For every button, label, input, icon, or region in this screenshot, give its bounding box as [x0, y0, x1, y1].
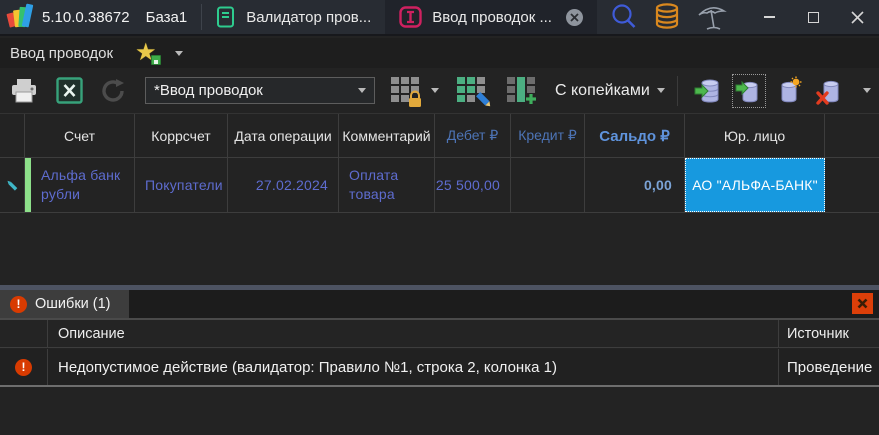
book-icon [217, 6, 235, 28]
tab-vvod-provodok-label: Ввод проводок ... [432, 8, 552, 26]
tab-vvod-provodok[interactable]: Ввод проводок ... [385, 0, 597, 34]
column-header-empty [825, 114, 879, 157]
errors-column-icon [0, 320, 48, 347]
db-load-button[interactable] [731, 73, 766, 108]
save-floppy-icon [151, 55, 162, 65]
add-column-button[interactable] [505, 75, 539, 107]
title-bar: 5.10.0.38672 База1 Валидатор пров... Вво… [0, 0, 879, 36]
cell-credit[interactable] [511, 158, 585, 212]
errors-column-source[interactable]: Источник [779, 320, 879, 347]
db-import-button[interactable] [692, 74, 726, 108]
grid-lock-icon [391, 76, 421, 107]
toolbar: *Ввод проводок С копейками [0, 68, 879, 113]
errors-column-description[interactable]: Описание [48, 320, 779, 347]
error-source[interactable]: Проведение [779, 349, 879, 385]
errors-panel-close-button[interactable] [852, 293, 873, 314]
favorite-star-icon[interactable]: ★ [135, 41, 162, 65]
db-delete-icon [816, 80, 839, 105]
column-header-date[interactable]: Дата операции [228, 114, 339, 157]
column-header-credit[interactable]: Кредит ₽ [511, 114, 585, 157]
error-description[interactable]: Недопустимое действие (валидатор: Правил… [48, 349, 779, 385]
column-header-account[interactable]: Счет [25, 114, 135, 157]
tab-validator-label: Валидатор пров... [246, 8, 372, 26]
search-icon[interactable] [609, 2, 639, 32]
tab-errors[interactable]: ! Ошибки (1) [0, 290, 129, 318]
edit-columns-button[interactable] [455, 75, 491, 107]
grid-lock-button[interactable] [389, 75, 423, 107]
view-selector-value: *Ввод проводок [154, 82, 263, 99]
minimize-icon [763, 16, 775, 18]
db-import-icon [694, 79, 719, 103]
favorites-dropdown-icon[interactable] [175, 50, 184, 56]
beach-umbrella-icon[interactable] [695, 2, 729, 32]
grid-add-icon [507, 76, 536, 104]
close-button[interactable] [835, 0, 879, 34]
refresh-icon [102, 78, 124, 102]
cell-account[interactable]: Альфа банк рубли [25, 158, 135, 212]
grid-edit-icon [457, 76, 491, 106]
cell-comment[interactable]: Оплата товара [339, 158, 435, 212]
maximize-button[interactable] [791, 0, 835, 34]
error-row-icon-cell: ! [0, 349, 48, 385]
maximize-icon [807, 11, 819, 23]
column-header-comment[interactable]: Комментарий [339, 114, 435, 157]
pencil-icon [7, 180, 18, 191]
cell-balance[interactable]: 0,00 [585, 158, 685, 212]
cell-debit[interactable]: 25 500,00 [435, 158, 511, 212]
errors-header-row: Описание Источник [0, 318, 879, 348]
kopecks-dropdown[interactable]: С копейками [555, 82, 665, 100]
column-header-marker[interactable] [0, 114, 25, 157]
errors-tab-bar: ! Ошибки (1) [0, 290, 879, 318]
tab-errors-label: Ошибки (1) [35, 296, 111, 312]
db-load-icon [735, 80, 758, 102]
db-delete-button[interactable] [812, 74, 846, 108]
tab-close-icon[interactable] [565, 8, 583, 26]
database-icon[interactable] [653, 2, 681, 32]
row-status-bar [25, 158, 31, 212]
app-logo-icon [6, 3, 34, 30]
database-name[interactable]: База1 [146, 9, 188, 26]
excel-icon [56, 77, 83, 104]
db-new-icon [781, 76, 802, 102]
app-window: 5.10.0.38672 База1 Валидатор пров... Вво… [0, 0, 879, 435]
error-icon: ! [15, 358, 32, 376]
tab-validator[interactable]: Валидатор пров... [202, 0, 385, 34]
column-header-debit[interactable]: Дебет ₽ [435, 114, 511, 157]
table-row[interactable]: Альфа банк рубли Покупатели 27.02.2024 О… [0, 158, 879, 213]
combo-dropdown-icon [358, 88, 366, 93]
divider [676, 75, 678, 106]
minimize-button[interactable] [747, 0, 791, 34]
db-new-button[interactable] [772, 74, 806, 108]
error-badge-icon: ! [10, 295, 27, 313]
kopecks-label: С копейками [555, 81, 650, 99]
view-title: Ввод проводок [10, 44, 114, 62]
print-button[interactable] [10, 78, 38, 104]
printer-icon [12, 78, 36, 102]
cell-date[interactable]: 27.02.2024 [228, 158, 339, 212]
close-icon [850, 10, 864, 24]
app-version: 5.10.0.38672 [42, 8, 130, 26]
cell-empty [825, 158, 879, 212]
column-header-saldo[interactable]: Сальдо ₽ [585, 114, 685, 157]
cell-corr-account[interactable]: Покупатели [135, 158, 228, 212]
kopecks-caret-icon [656, 88, 665, 93]
grid-lock-dropdown-icon[interactable] [431, 88, 439, 93]
favorites-bar: Ввод проводок ★ [0, 38, 879, 68]
cell-legal-entity-selected[interactable]: АО "АЛЬФА-БАНК" [685, 158, 825, 212]
row-edit-marker [0, 158, 25, 212]
refresh-button[interactable] [99, 77, 127, 105]
export-excel-button[interactable] [56, 77, 83, 104]
error-row[interactable]: ! Недопустимое действие (валидатор: Прав… [0, 349, 879, 387]
column-header-legal-entity[interactable]: Юр. лицо [685, 114, 825, 157]
view-selector-combobox[interactable]: *Ввод проводок [145, 77, 375, 104]
close-icon [857, 298, 868, 309]
grid-header-row: Счет Коррсчет Дата операции Комментарий … [0, 113, 879, 158]
toolbar-overflow-icon[interactable] [863, 88, 871, 93]
input-table-icon [399, 6, 422, 28]
window-controls [747, 0, 879, 34]
column-header-corr-account[interactable]: Коррсчет [135, 114, 228, 157]
